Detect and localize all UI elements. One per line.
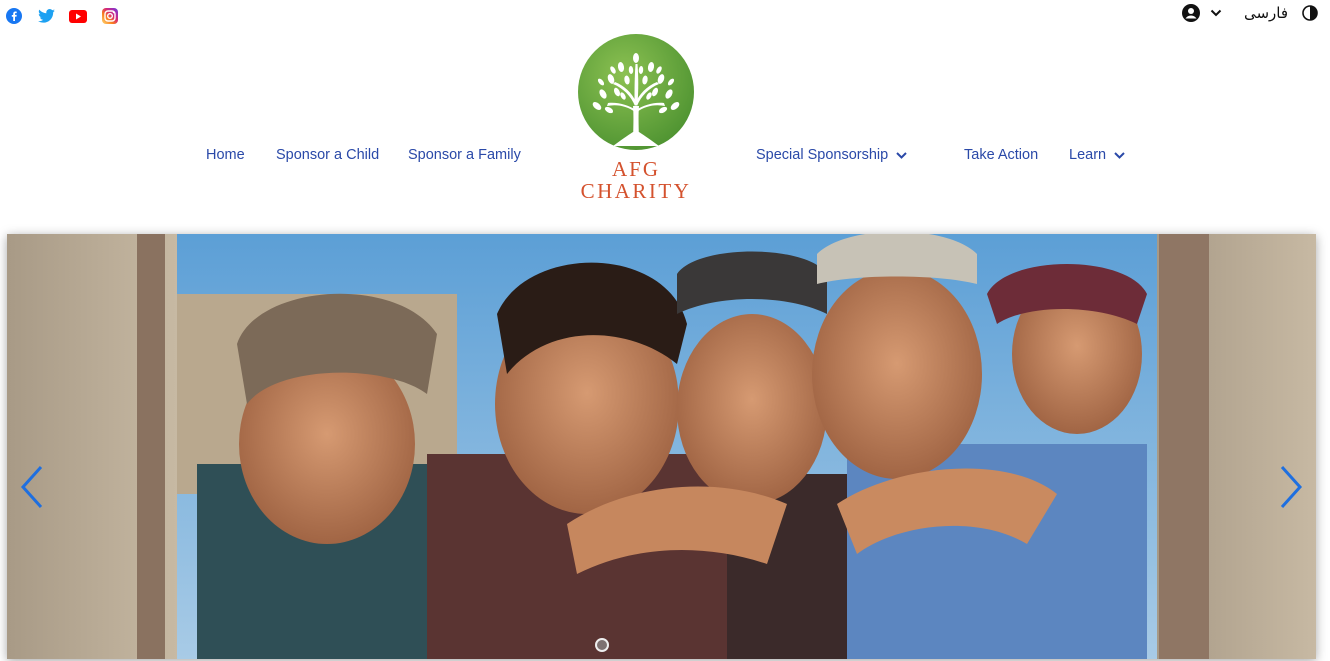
nav-home-label: Home [206, 147, 245, 163]
twitter-icon[interactable] [37, 7, 55, 25]
nav-sponsor-child-label: Sponsor a Child [276, 147, 380, 163]
site-logo[interactable]: AFG CHARITY [573, 34, 699, 202]
nav-sponsor-child[interactable]: Sponsor a Child [276, 147, 379, 163]
nav-special-sponsorship[interactable]: Special Sponsorship [756, 147, 907, 163]
carousel-indicator[interactable] [595, 638, 609, 652]
language-switch[interactable]: فارسی [1244, 4, 1288, 22]
chevron-down-icon [1114, 151, 1125, 159]
nav-home[interactable]: Home [206, 147, 245, 163]
nav-learn[interactable]: Learn [1069, 147, 1125, 163]
logo-text-afg: AFG [611, 157, 660, 181]
carousel-prev-button[interactable] [17, 464, 47, 510]
instagram-icon[interactable] [101, 7, 119, 25]
hero-photo [7, 234, 1316, 659]
nav-special-sponsorship-label: Special Sponsorship [756, 147, 889, 163]
nav-sponsor-family-label: Sponsor a Family [408, 147, 521, 163]
logo-text-charity: CHARITY [580, 179, 692, 203]
nav-learn-label: Learn [1069, 147, 1107, 163]
youtube-icon[interactable] [69, 7, 87, 25]
nav-sponsor-family[interactable]: Sponsor a Family [408, 147, 521, 163]
utility-bar: فارسی [1181, 4, 1318, 22]
facebook-icon[interactable] [5, 7, 23, 25]
nav-take-action[interactable]: Take Action [964, 147, 1038, 163]
tree-logo-icon [578, 34, 694, 150]
nav-take-action-label: Take Action [964, 147, 1039, 163]
social-links [5, 7, 119, 25]
user-account-icon[interactable] [1181, 4, 1200, 22]
chevron-down-icon[interactable] [1210, 9, 1222, 17]
dark-mode-icon[interactable] [1302, 5, 1318, 21]
chevron-left-icon [20, 465, 43, 509]
chevron-down-icon [896, 151, 907, 159]
carousel-next-button[interactable] [1276, 464, 1306, 510]
chevron-right-icon [1280, 465, 1303, 509]
hero-carousel [7, 234, 1316, 659]
